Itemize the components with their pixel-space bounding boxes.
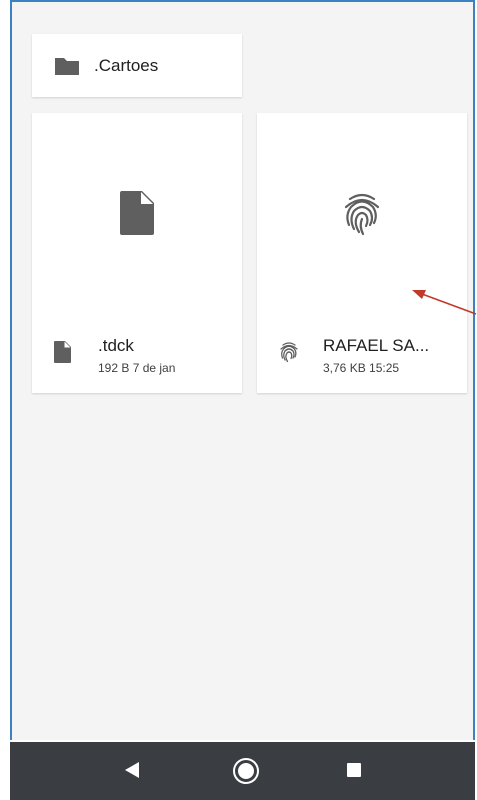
document-icon	[54, 341, 71, 368]
back-icon[interactable]	[123, 760, 141, 785]
fingerprint-icon	[279, 341, 299, 369]
folder-icon	[54, 56, 80, 81]
folder-item-cartoes[interactable]: .Cartoes	[32, 34, 242, 97]
file-name: .tdck	[98, 336, 134, 355]
file-name: RAFAEL SA...	[323, 336, 430, 355]
file-item-tdck[interactable]: .tdck 192 B 7 de jan	[32, 113, 242, 393]
fingerprint-icon	[342, 191, 382, 242]
system-navbar	[10, 742, 475, 800]
file-browser: .Cartoes .tdck 192 B 7 de jan RAFAEL SA.…	[10, 0, 475, 740]
file-meta: 3,76 KB 15:25	[323, 361, 400, 375]
document-icon	[120, 191, 154, 240]
file-item-rafael[interactable]: RAFAEL SA... 3,76 KB 15:25	[257, 113, 467, 393]
home-icon[interactable]	[232, 757, 260, 790]
file-meta: 192 B 7 de jan	[98, 361, 176, 375]
recents-icon[interactable]	[346, 762, 362, 783]
folder-name: .Cartoes	[94, 56, 159, 75]
